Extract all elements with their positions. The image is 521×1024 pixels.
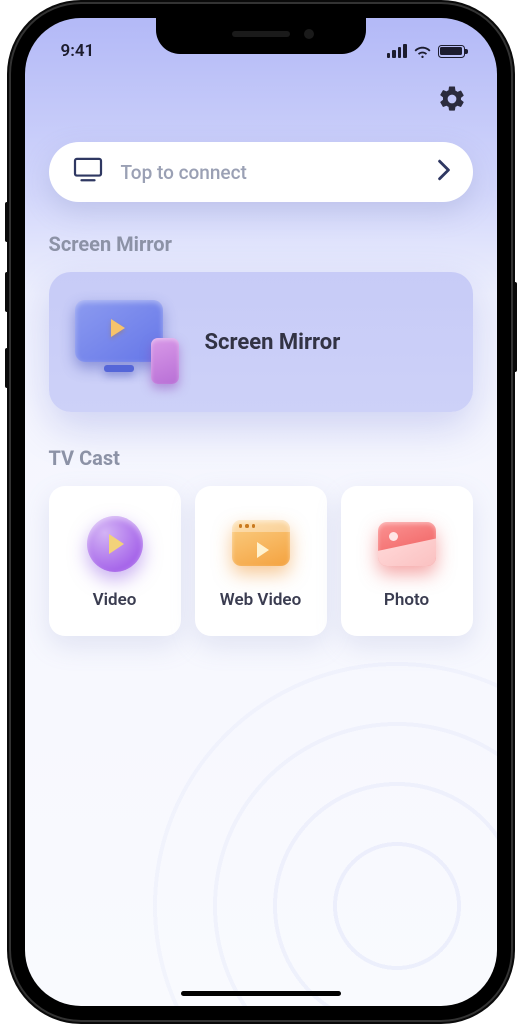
photo-icon [375,512,439,576]
cast-label: Web Video [220,590,301,610]
video-icon [83,512,147,576]
chevron-right-icon [437,159,451,185]
header [25,66,497,114]
connect-label: Top to connect [121,161,419,184]
cast-label: Video [93,590,137,610]
cast-card-video[interactable]: Video [49,486,181,636]
cellular-icon [387,44,407,58]
web-video-icon [229,512,293,576]
screen-mirror-label: Screen Mirror [205,330,341,355]
battery-icon [438,45,465,58]
screen-mirror-icon [75,296,187,388]
notch [156,18,366,54]
phone-frame: 9:41 [9,2,513,1022]
settings-button[interactable] [437,84,467,114]
status-time: 9:41 [61,41,95,61]
screen-mirror-section: Screen Mirror Screen Mirror [49,232,473,412]
tv-icon [73,157,103,187]
cast-card-photo[interactable]: Photo [341,486,473,636]
cast-card-web-video[interactable]: Web Video [195,486,327,636]
status-indicators [387,44,465,58]
section-title-cast: TV Cast [49,446,473,470]
screen: 9:41 [25,18,497,1006]
connect-button[interactable]: Top to connect [49,142,473,202]
home-indicator[interactable] [181,991,341,996]
wifi-icon [413,44,432,58]
tv-cast-section: TV Cast Video Web Video Photo [49,446,473,636]
section-title-mirror: Screen Mirror [49,232,473,256]
screen-mirror-card[interactable]: Screen Mirror [49,272,473,412]
cast-label: Photo [384,590,429,610]
